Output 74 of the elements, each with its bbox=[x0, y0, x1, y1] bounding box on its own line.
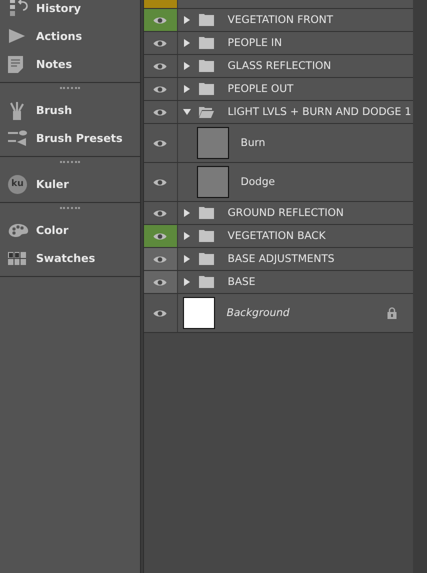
layer-row[interactable]: Background bbox=[144, 294, 414, 333]
eye-icon[interactable] bbox=[153, 254, 168, 264]
caret-right-icon[interactable] bbox=[182, 209, 191, 217]
play-icon bbox=[8, 28, 26, 44]
eye-icon[interactable] bbox=[153, 62, 168, 70]
folder-icon bbox=[198, 14, 214, 26]
layer-row[interactable]: GROUND REFLECTION bbox=[144, 202, 414, 225]
layer-group-name: PEOPLE IN bbox=[228, 37, 282, 49]
panel-item[interactable]: Brush bbox=[0, 96, 140, 124]
panel-item[interactable]: Notes bbox=[0, 50, 140, 78]
layer-name: Dodge bbox=[240, 176, 275, 188]
layer-name: Background bbox=[226, 307, 290, 319]
eye-icon[interactable] bbox=[153, 308, 168, 318]
eye-icon[interactable] bbox=[153, 38, 168, 48]
caret-right-icon[interactable] bbox=[182, 16, 191, 24]
folder-icon bbox=[198, 106, 214, 118]
caret-right-icon[interactable] bbox=[182, 85, 191, 93]
layer-row[interactable]: PEOPLE OUT bbox=[144, 78, 414, 101]
panel-item[interactable]: Brush Presets bbox=[0, 124, 140, 152]
brushes-icon bbox=[8, 100, 26, 120]
folder-icon bbox=[198, 253, 214, 265]
eye-icon[interactable] bbox=[153, 16, 168, 24]
panel-item[interactable]: Swatches bbox=[0, 244, 140, 272]
layer-group-name: BASE bbox=[228, 276, 256, 288]
folder-icon bbox=[198, 230, 214, 242]
layer-row[interactable]: Dodge bbox=[144, 163, 414, 202]
layer-name: Burn bbox=[240, 137, 266, 149]
layer-thumbnail bbox=[182, 297, 215, 329]
caret-right-icon[interactable] bbox=[182, 232, 191, 240]
layer-row[interactable]: PEOPLE IN bbox=[144, 32, 414, 55]
layer-row[interactable]: LIGHT LVLS + BURN AND DODGE 1 bbox=[144, 101, 414, 124]
layer-row[interactable]: VEGETATION BACK bbox=[144, 225, 414, 248]
folder-icon bbox=[198, 60, 214, 72]
eye-icon[interactable] bbox=[153, 108, 168, 116]
layer-row[interactable]: GLASS REFLECTION bbox=[144, 55, 414, 78]
folder-icon bbox=[198, 83, 214, 95]
caret-right-icon[interactable] bbox=[182, 39, 191, 47]
layer-thumbnail bbox=[196, 166, 229, 198]
swatches-grid-icon bbox=[8, 252, 26, 264]
caret-right-icon[interactable] bbox=[182, 278, 191, 286]
layer-thumbnail bbox=[196, 127, 229, 159]
panel-item[interactable]: ku Kuler bbox=[0, 170, 140, 198]
eye-icon[interactable] bbox=[153, 278, 168, 286]
panel-item[interactable]: Actions bbox=[0, 22, 140, 50]
layer-row[interactable]: Burn bbox=[144, 124, 414, 163]
panel-item[interactable]: History bbox=[0, 0, 140, 22]
layer-group-name: LIGHT LVLS + BURN AND DODGE 1 bbox=[228, 106, 412, 118]
note-icon bbox=[8, 56, 23, 72]
kuler-icon: ku bbox=[8, 174, 27, 194]
folder-icon bbox=[198, 276, 214, 288]
eye-icon[interactable] bbox=[153, 178, 168, 186]
layer-group-name: PEOPLE OUT bbox=[228, 83, 294, 95]
eye-icon[interactable] bbox=[153, 138, 168, 148]
visibility-toggle[interactable] bbox=[144, 0, 178, 8]
eye-icon[interactable] bbox=[153, 84, 168, 94]
layer-group-name: BASE ADJUSTMENTS bbox=[228, 253, 334, 265]
folder-icon bbox=[198, 207, 214, 219]
caret-right-icon[interactable] bbox=[182, 255, 191, 263]
layer-row[interactable]: BASE bbox=[144, 271, 414, 294]
history-icon bbox=[8, 0, 28, 17]
panel-item[interactable]: Color bbox=[0, 216, 140, 244]
palette-icon bbox=[8, 222, 29, 238]
folder-icon bbox=[198, 37, 214, 49]
layer-group-name: VEGETATION BACK bbox=[228, 230, 326, 242]
caret-right-icon[interactable] bbox=[182, 62, 191, 70]
layer-group-name: VEGETATION FRONT bbox=[228, 14, 334, 26]
caret-down-icon[interactable] bbox=[182, 108, 191, 116]
layer-row[interactable]: VEGETATION FRONT bbox=[144, 9, 414, 32]
layer-group-name: GROUND REFLECTION bbox=[228, 207, 344, 219]
brush-presets-icon bbox=[8, 130, 28, 146]
layer-row[interactable]: BASE ADJUSTMENTS bbox=[144, 248, 414, 271]
layer-group-name: GLASS REFLECTION bbox=[228, 60, 332, 72]
eye-icon[interactable] bbox=[153, 208, 168, 218]
eye-icon[interactable] bbox=[153, 232, 168, 240]
